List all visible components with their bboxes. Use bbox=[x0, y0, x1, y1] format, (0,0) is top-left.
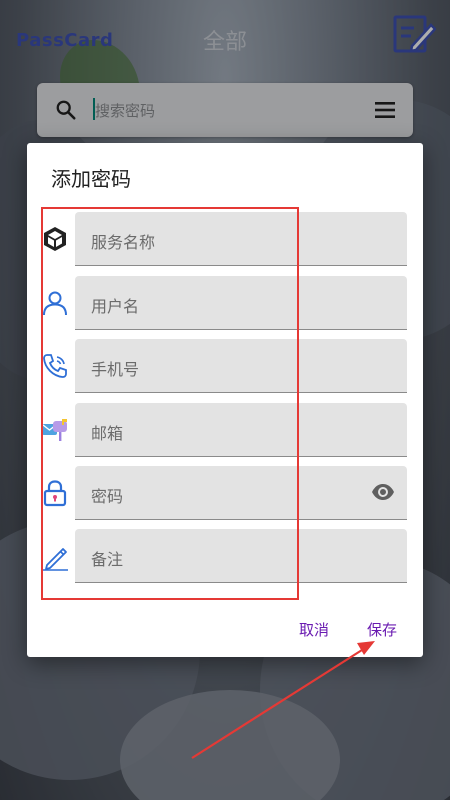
cancel-button[interactable]: 取消 bbox=[285, 611, 343, 647]
eye-icon[interactable] bbox=[371, 482, 395, 502]
username-label: 用户名 bbox=[91, 297, 140, 316]
password-label: 密码 bbox=[91, 487, 124, 506]
phone-field[interactable]: 手机号 bbox=[75, 339, 407, 393]
save-button[interactable]: 保存 bbox=[357, 611, 407, 647]
notes-field[interactable]: 备注 bbox=[75, 529, 407, 583]
notes-label: 备注 bbox=[91, 550, 124, 569]
cube-icon bbox=[44, 227, 66, 251]
screen: PassCard 全部 添加密码 bbox=[0, 0, 450, 800]
person-icon bbox=[43, 291, 67, 316]
password-field[interactable]: 密码 bbox=[75, 466, 407, 520]
add-password-dialog: 添加密码 服务名称 用户名 手机号 邮箱 密码 备注 取消 保存 bbox=[27, 143, 423, 657]
service-name-label: 服务名称 bbox=[91, 233, 156, 252]
username-field[interactable]: 用户名 bbox=[75, 276, 407, 330]
dialog-title: 添加密码 bbox=[51, 167, 131, 191]
service-name-field[interactable]: 服务名称 bbox=[75, 212, 407, 266]
phone-label: 手机号 bbox=[91, 360, 140, 379]
mailbox-icon bbox=[42, 419, 67, 441]
email-field[interactable]: 邮箱 bbox=[75, 403, 407, 457]
phone-icon bbox=[43, 354, 67, 378]
pencil-icon bbox=[42, 548, 68, 571]
email-label: 邮箱 bbox=[91, 424, 124, 443]
lock-icon bbox=[43, 480, 67, 507]
